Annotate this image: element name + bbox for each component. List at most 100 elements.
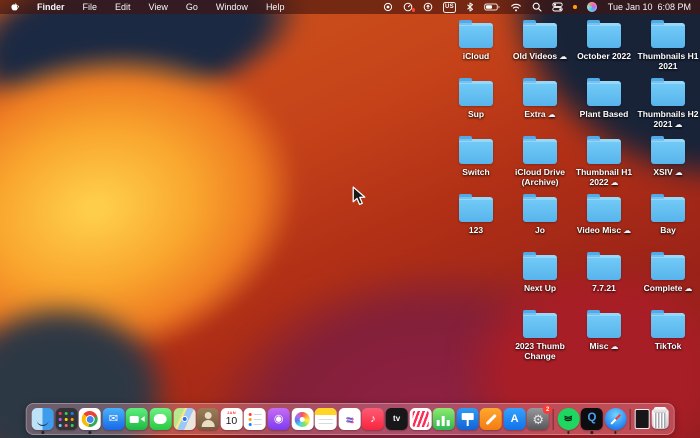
folder-123[interactable]: 123☁ xyxy=(444,194,508,252)
menu-view[interactable]: View xyxy=(140,0,177,14)
battery-icon[interactable] xyxy=(479,0,505,14)
dock-finder[interactable] xyxy=(31,408,54,430)
menu-finder[interactable]: Finder xyxy=(28,0,74,14)
folder-icloud[interactable]: iCloud☁ xyxy=(444,20,508,78)
folder-thumbnail-h1-2022[interactable]: Thumbnail H1 2022 ☁ xyxy=(572,136,636,194)
dock-messages[interactable] xyxy=(149,408,172,430)
dock-facetime[interactable] xyxy=(126,408,149,430)
folder-bay[interactable]: Bay☁ xyxy=(636,194,700,252)
dock-black-drive-item[interactable] xyxy=(634,409,650,429)
dock-numbers[interactable] xyxy=(432,408,455,430)
dock-freeform[interactable] xyxy=(338,408,361,430)
folder-2023-thumb-change[interactable]: 2023 Thumb Change☁ xyxy=(508,310,572,368)
folder-icon xyxy=(651,252,685,280)
bluetooth-icon[interactable] xyxy=(461,0,479,14)
dock-launchpad[interactable] xyxy=(55,408,78,430)
folder-label: Extra ☁ xyxy=(524,109,556,119)
folder-icon xyxy=(523,310,557,338)
folder-icon xyxy=(651,310,685,338)
folder-tiktok[interactable]: TikTok☁ xyxy=(636,310,700,368)
siri-icon[interactable] xyxy=(582,0,602,14)
folder-icon xyxy=(523,194,557,222)
folder-sup[interactable]: Sup☁ xyxy=(444,78,508,136)
input-source-switcher[interactable]: US xyxy=(438,0,462,14)
dock-pages[interactable] xyxy=(479,408,502,430)
folder-icloud-drive-archive[interactable]: iCloud Drive (Archive)☁ xyxy=(508,136,572,194)
menu-help[interactable]: Help xyxy=(257,0,294,14)
app-icon xyxy=(291,408,314,430)
folder-icon xyxy=(523,20,557,48)
folder-plant-based[interactable]: Plant Based☁ xyxy=(572,78,636,136)
dock-chrome[interactable] xyxy=(78,408,101,430)
folder-complete[interactable]: Complete ☁ xyxy=(636,252,700,310)
folder-next-up[interactable]: Next Up☁ xyxy=(508,252,572,310)
folder-thumbnails-h1-2021[interactable]: Thumbnails H1 2021☁ xyxy=(636,20,700,78)
app-icon xyxy=(385,408,408,430)
dock-keynote[interactable] xyxy=(456,408,479,430)
folder-jo[interactable]: Jo☁ xyxy=(508,194,572,252)
menu-file[interactable]: File xyxy=(74,0,107,14)
app-icon xyxy=(580,408,603,430)
menu-bar: Finder File Edit View Go Window Help US xyxy=(0,0,700,14)
menu-go[interactable]: Go xyxy=(177,0,207,14)
app-icon xyxy=(126,408,149,430)
app-icon xyxy=(630,408,632,430)
control-center-icon[interactable] xyxy=(547,0,568,14)
mic-in-use-indicator xyxy=(568,0,582,14)
folder-october-2022[interactable]: October 2022☁ xyxy=(572,20,636,78)
dock-podcasts[interactable] xyxy=(267,408,290,430)
dock-photos[interactable] xyxy=(291,408,314,430)
screen-record-indicator-icon[interactable] xyxy=(378,0,398,14)
apple-menu[interactable] xyxy=(0,0,28,14)
folder-switch[interactable]: Switch☁ xyxy=(444,136,508,194)
dock-contacts[interactable] xyxy=(196,408,219,430)
folder-7-7-21[interactable]: 7.7.21☁ xyxy=(572,252,636,310)
dock-divider-1[interactable] xyxy=(552,408,554,430)
dock-notes[interactable] xyxy=(314,408,337,430)
alert-dot xyxy=(411,8,416,12)
folder-xsiv[interactable]: XSIV ☁ xyxy=(636,136,700,194)
folder-icon xyxy=(587,136,621,164)
gauge-menu-extra-icon[interactable] xyxy=(398,0,418,14)
menu-bar-clock[interactable]: Tue Jan 10 6:08 PM xyxy=(602,2,700,12)
app-icon xyxy=(196,408,219,430)
dock-news[interactable] xyxy=(409,408,432,430)
folder-extra[interactable]: Extra ☁ xyxy=(508,78,572,136)
folder-label: Bay☁ xyxy=(660,225,676,235)
folder-label: Old Videos ☁ xyxy=(512,51,568,61)
dock-quicktime[interactable] xyxy=(580,408,603,430)
dock-calendar[interactable]: JAN 10 xyxy=(220,408,243,430)
folder-icon xyxy=(651,20,685,48)
app-icon xyxy=(149,408,172,430)
folder-icon xyxy=(459,20,493,48)
dock-spotify[interactable] xyxy=(557,408,580,430)
folder-label: Thumbnail H1 2022 ☁ xyxy=(575,167,633,188)
app-icon xyxy=(173,408,196,430)
dock-settings[interactable]: 2 xyxy=(527,405,553,430)
app-icon xyxy=(456,408,479,430)
menu-edit[interactable]: Edit xyxy=(106,0,140,14)
dock-trash[interactable] xyxy=(651,407,669,429)
menu-window[interactable]: Window xyxy=(207,0,257,14)
spotlight-search-icon[interactable] xyxy=(527,0,547,14)
dock-mail[interactable] xyxy=(102,408,125,430)
dock-music[interactable] xyxy=(362,408,384,430)
dock-safari[interactable] xyxy=(604,408,627,430)
folder-misc[interactable]: Misc ☁ xyxy=(572,310,636,368)
wifi-icon[interactable] xyxy=(505,0,527,14)
folder-thumbnails-h2-2021[interactable]: Thumbnails H2 2021 ☁ xyxy=(636,78,700,136)
folder-label: iCloud☁ xyxy=(462,51,490,61)
dock-reminders[interactable] xyxy=(244,408,267,430)
dock-appstore[interactable] xyxy=(503,408,526,430)
upload-circle-menu-extra-icon[interactable] xyxy=(418,0,438,14)
app-icon xyxy=(314,408,337,430)
dock-tv[interactable] xyxy=(385,408,408,430)
dock-divider-2[interactable] xyxy=(630,408,632,430)
folder-old-videos[interactable]: Old Videos ☁ xyxy=(508,20,572,78)
folder-video-misc[interactable]: Video Misc ☁ xyxy=(572,194,636,252)
folder-label: Video Misc ☁ xyxy=(576,225,632,235)
icloud-download-icon: ☁ xyxy=(684,284,693,293)
dock-maps[interactable] xyxy=(173,408,196,430)
folder-label: Switch☁ xyxy=(462,167,490,177)
icloud-download-icon: ☁ xyxy=(674,120,683,130)
